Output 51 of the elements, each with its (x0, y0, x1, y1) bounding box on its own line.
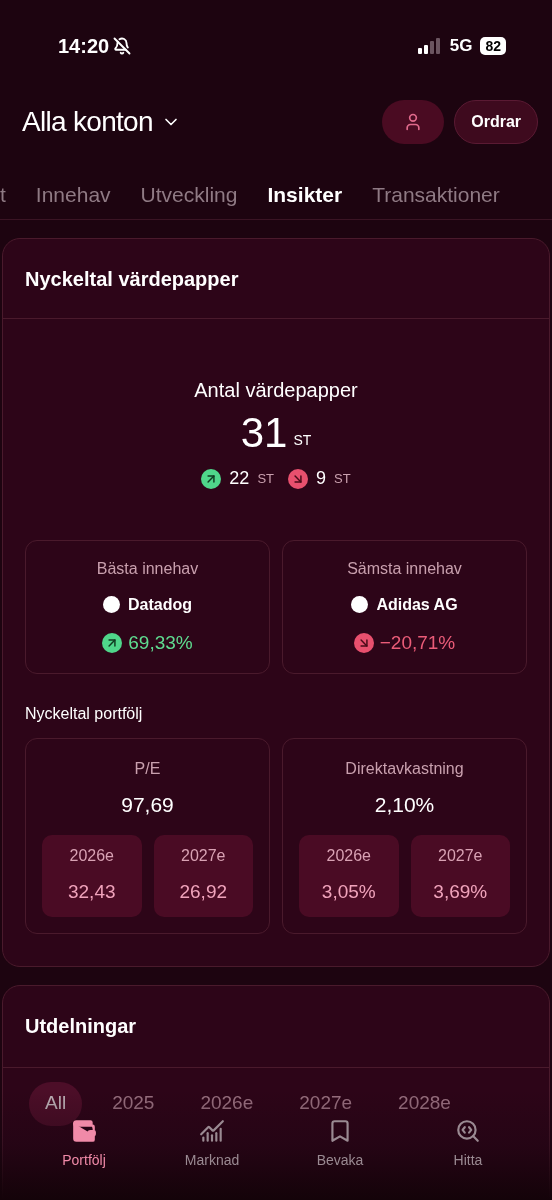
forecast-value: 3,05% (321, 880, 376, 905)
losers-count: 9 (316, 467, 326, 490)
arrow-up-right-icon (201, 468, 222, 489)
holding-label: Bästa innehav (96, 558, 199, 579)
losers-unit: ST (334, 469, 351, 488)
forecast-year: 2026e (69, 846, 114, 867)
section-title: Nyckeltal portfölj (25, 705, 143, 722)
account-selector[interactable]: Alla konton (22, 101, 181, 143)
network-label: 5G (449, 35, 473, 58)
count-value: 31 (240, 409, 288, 457)
tab[interactable]: t (0, 182, 6, 211)
tab[interactable]: Innehav (35, 182, 111, 211)
holding-card[interactable]: Sämsta innehav Adidas AG −20,71% (282, 540, 527, 674)
signal-icon (417, 38, 442, 54)
holding-label: Sämsta innehav (347, 558, 462, 579)
card-title: Nyckeltal värdepapper (25, 266, 239, 292)
tab[interactable]: Insikter (267, 182, 343, 211)
forecast-year: 2027e (438, 846, 483, 867)
search-icon (455, 1118, 481, 1144)
metric-value: 2,10% (374, 792, 435, 818)
tab[interactable]: Transaktioner (372, 182, 500, 211)
bell-off-icon (113, 37, 132, 55)
count-unit: ST (293, 431, 312, 450)
holding-change: −20,71% (379, 630, 456, 655)
holding-change: 69,33% (128, 630, 193, 655)
holding-card[interactable]: Bästa innehav Datadog 69,33% (25, 540, 270, 674)
count-label: Antal värdepapper (194, 378, 358, 403)
metric-label: P/E (134, 759, 161, 779)
tab[interactable]: Utveckling (140, 182, 238, 211)
holding-name: Datadog (128, 594, 192, 615)
forecast-value: 32,43 (67, 880, 116, 905)
bar-chart-icon (199, 1118, 225, 1144)
status-time: 14:20 (58, 34, 110, 59)
profile-button[interactable] (382, 100, 445, 144)
gainers-count: 22 (229, 467, 250, 490)
orders-button[interactable]: Ordrar (454, 100, 538, 144)
forecast-year: 2026e (326, 846, 371, 867)
forecast-value: 26,92 (179, 880, 227, 905)
forecast-year: 2027e (181, 846, 226, 867)
holding-name: Adidas AG (376, 594, 458, 615)
gainers-unit: ST (257, 469, 274, 488)
battery-level: 82 (480, 37, 506, 55)
metric-label: Direktavkastning (345, 759, 464, 779)
company-logo-icon (351, 596, 369, 614)
arrow-down-right-icon (288, 468, 308, 489)
wallet-icon (71, 1118, 97, 1144)
year-chip[interactable]: All (29, 1081, 83, 1126)
metric-value: 97,69 (121, 792, 174, 818)
company-logo-icon (103, 596, 120, 614)
card-title: Utdelningar (25, 1014, 137, 1039)
forecast-value: 3,69% (433, 880, 488, 905)
